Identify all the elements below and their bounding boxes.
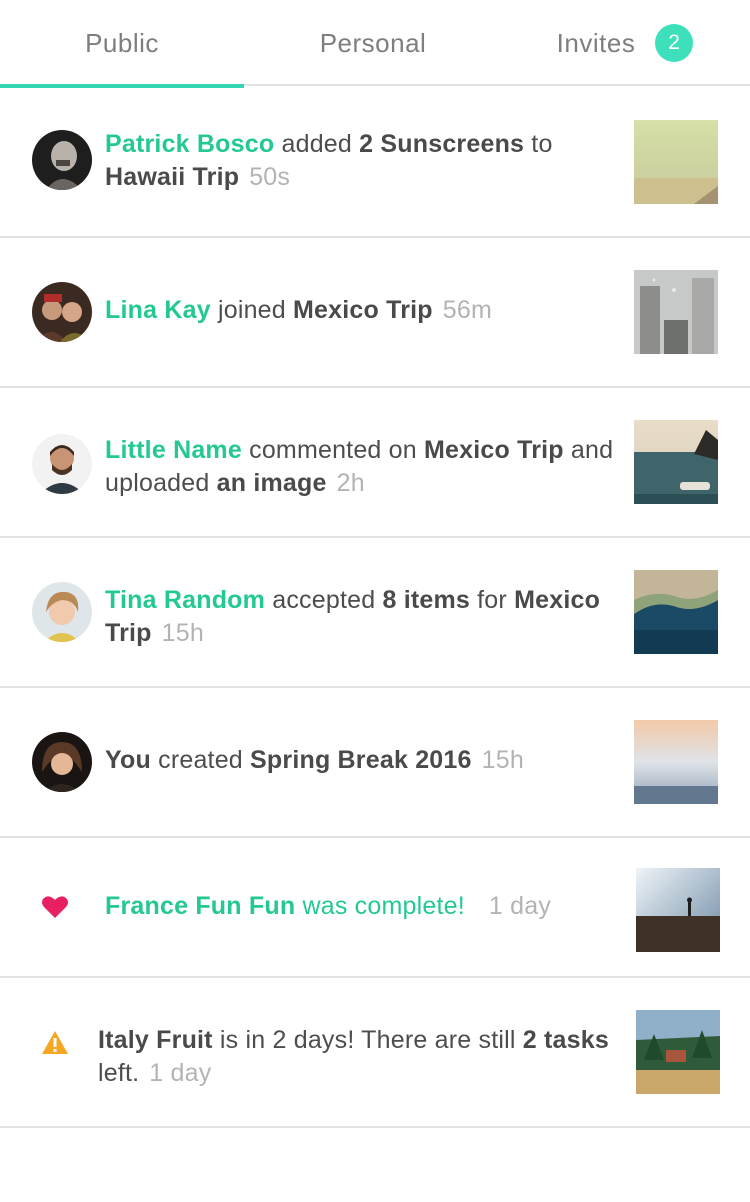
avatar[interactable] (32, 282, 92, 342)
list-item[interactable]: Italy Fruit is in 2 days! There are stil… (0, 978, 750, 1128)
feed-text: Little Name commented on Mexico Trip and… (105, 436, 614, 497)
feed-text: Tina Random accepted 8 items for Mexico … (105, 586, 601, 647)
warning-icon (42, 1031, 68, 1054)
trip-name-link[interactable]: France Fun Fun (105, 892, 295, 920)
trip-link[interactable]: Spring Break 2016 (250, 746, 472, 774)
timestamp: 15h (161, 619, 204, 647)
feed-text: France Fun Fun was complete! 1 day (105, 892, 552, 920)
timestamp: 56m (442, 296, 493, 324)
tab-invites-label: Invites (556, 27, 636, 58)
thumbnail-image[interactable] (634, 420, 718, 504)
invites-count-badge: 2 (655, 24, 694, 62)
timestamp: 50s (249, 163, 291, 191)
list-item[interactable]: Lina Kay joined Mexico Trip 56m (0, 238, 750, 388)
feed-text: Italy Fruit is in 2 days! There are stil… (98, 1026, 609, 1087)
user-name-link[interactable]: Lina Kay (105, 296, 211, 324)
list-item[interactable]: Tina Random accepted 8 items for Mexico … (0, 538, 750, 688)
avatar[interactable] (32, 130, 92, 190)
timestamp: 15h (481, 746, 524, 774)
list-item[interactable]: You created Spring Break 2016 15h (0, 688, 750, 838)
tab-personal[interactable]: Personal (250, 0, 496, 86)
avatar[interactable] (32, 434, 92, 494)
trip-link[interactable]: Mexico Trip (424, 436, 564, 464)
thumbnail-image[interactable] (634, 270, 718, 354)
tab-invites[interactable]: Invites 2 (500, 0, 750, 86)
timestamp: 2h (336, 469, 365, 497)
timestamp: 1 day (488, 892, 552, 920)
user-name-link[interactable]: Little Name (105, 436, 242, 464)
avatar[interactable] (32, 582, 92, 642)
tab-public[interactable]: Public (0, 0, 244, 88)
tab-bar: Public Personal Invites 2 (0, 0, 750, 88)
thumbnail-image[interactable] (634, 120, 718, 204)
avatar[interactable] (32, 732, 92, 792)
thumbnail-image[interactable] (634, 720, 718, 804)
user-name-link[interactable]: Patrick Bosco (105, 130, 274, 158)
actor-name: You (105, 746, 151, 774)
feed-text: Lina Kay joined Mexico Trip 56m (105, 296, 493, 324)
thumbnail-image[interactable] (636, 1010, 720, 1094)
tab-personal-label: Personal (319, 27, 427, 58)
timestamp: 1 day (149, 1059, 212, 1087)
heart-icon (42, 896, 68, 918)
activity-feed: Patrick Bosco added 2 Sunscreens to Hawa… (0, 88, 750, 1128)
tab-public-label: Public (85, 27, 159, 58)
image-link[interactable]: an image (217, 469, 327, 497)
thumbnail-image[interactable] (634, 570, 718, 654)
list-item[interactable]: France Fun Fun was complete! 1 day (0, 838, 750, 978)
thumbnail-image[interactable] (636, 868, 720, 952)
trip-link[interactable]: Mexico Trip (293, 296, 433, 324)
feed-text: You created Spring Break 2016 15h (105, 746, 524, 774)
trip-name-link[interactable]: Italy Fruit (98, 1026, 213, 1054)
feed-text: Patrick Bosco added 2 Sunscreens to Hawa… (105, 130, 553, 191)
list-item[interactable]: Patrick Bosco added 2 Sunscreens to Hawa… (0, 88, 750, 238)
trip-link[interactable]: Hawaii Trip (105, 163, 239, 191)
user-name-link[interactable]: Tina Random (105, 586, 265, 614)
list-item[interactable]: Little Name commented on Mexico Trip and… (0, 388, 750, 538)
